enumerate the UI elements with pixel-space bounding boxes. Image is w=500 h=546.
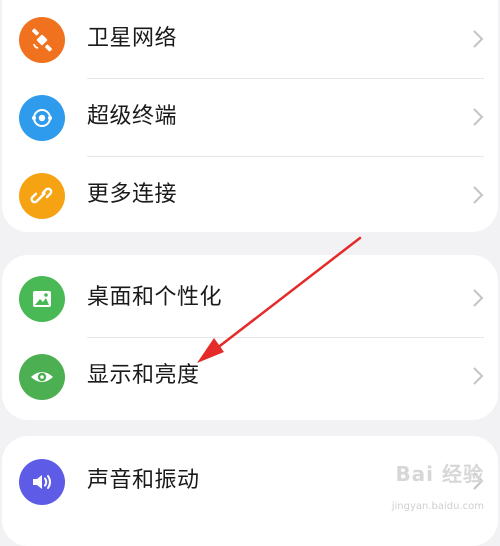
watermark-url: jingyan.baidu.com bbox=[391, 501, 484, 512]
link-icon bbox=[19, 173, 65, 219]
settings-item-label: 桌面和个性化 bbox=[87, 285, 223, 310]
chevron-right-icon bbox=[473, 108, 484, 126]
settings-item-home-screen-personalization[interactable]: 桌面和个性化 bbox=[2, 259, 498, 337]
watermark-logo: Bai 经验 bbox=[395, 462, 484, 486]
settings-item-super-device[interactable]: 超级终端 bbox=[2, 78, 498, 156]
watermark: Bai 经验 jingyan.baidu.com bbox=[380, 454, 490, 514]
super-device-icon bbox=[19, 95, 65, 141]
speaker-icon bbox=[19, 459, 65, 505]
settings-group-display: 桌面和个性化 显示和亮度 bbox=[2, 255, 498, 420]
settings-item-display-brightness[interactable]: 显示和亮度 bbox=[2, 337, 498, 415]
settings-group-connectivity: 卫星网络 超级终端 更多连接 bbox=[2, 0, 498, 232]
chevron-right-icon bbox=[473, 186, 484, 204]
settings-item-label: 超级终端 bbox=[87, 104, 178, 129]
settings-item-label: 卫星网络 bbox=[87, 26, 178, 51]
settings-item-label: 显示和亮度 bbox=[87, 363, 200, 388]
chevron-right-icon bbox=[473, 367, 484, 385]
picture-icon bbox=[19, 276, 65, 322]
chevron-right-icon bbox=[473, 30, 484, 48]
settings-item-satellite-network[interactable]: 卫星网络 bbox=[2, 0, 498, 78]
chevron-right-icon bbox=[473, 289, 484, 307]
settings-item-label: 声音和振动 bbox=[87, 468, 200, 493]
satellite-icon bbox=[19, 17, 65, 63]
settings-item-label: 更多连接 bbox=[87, 182, 178, 207]
settings-item-more-connections[interactable]: 更多连接 bbox=[2, 156, 498, 234]
eye-icon bbox=[19, 354, 65, 400]
